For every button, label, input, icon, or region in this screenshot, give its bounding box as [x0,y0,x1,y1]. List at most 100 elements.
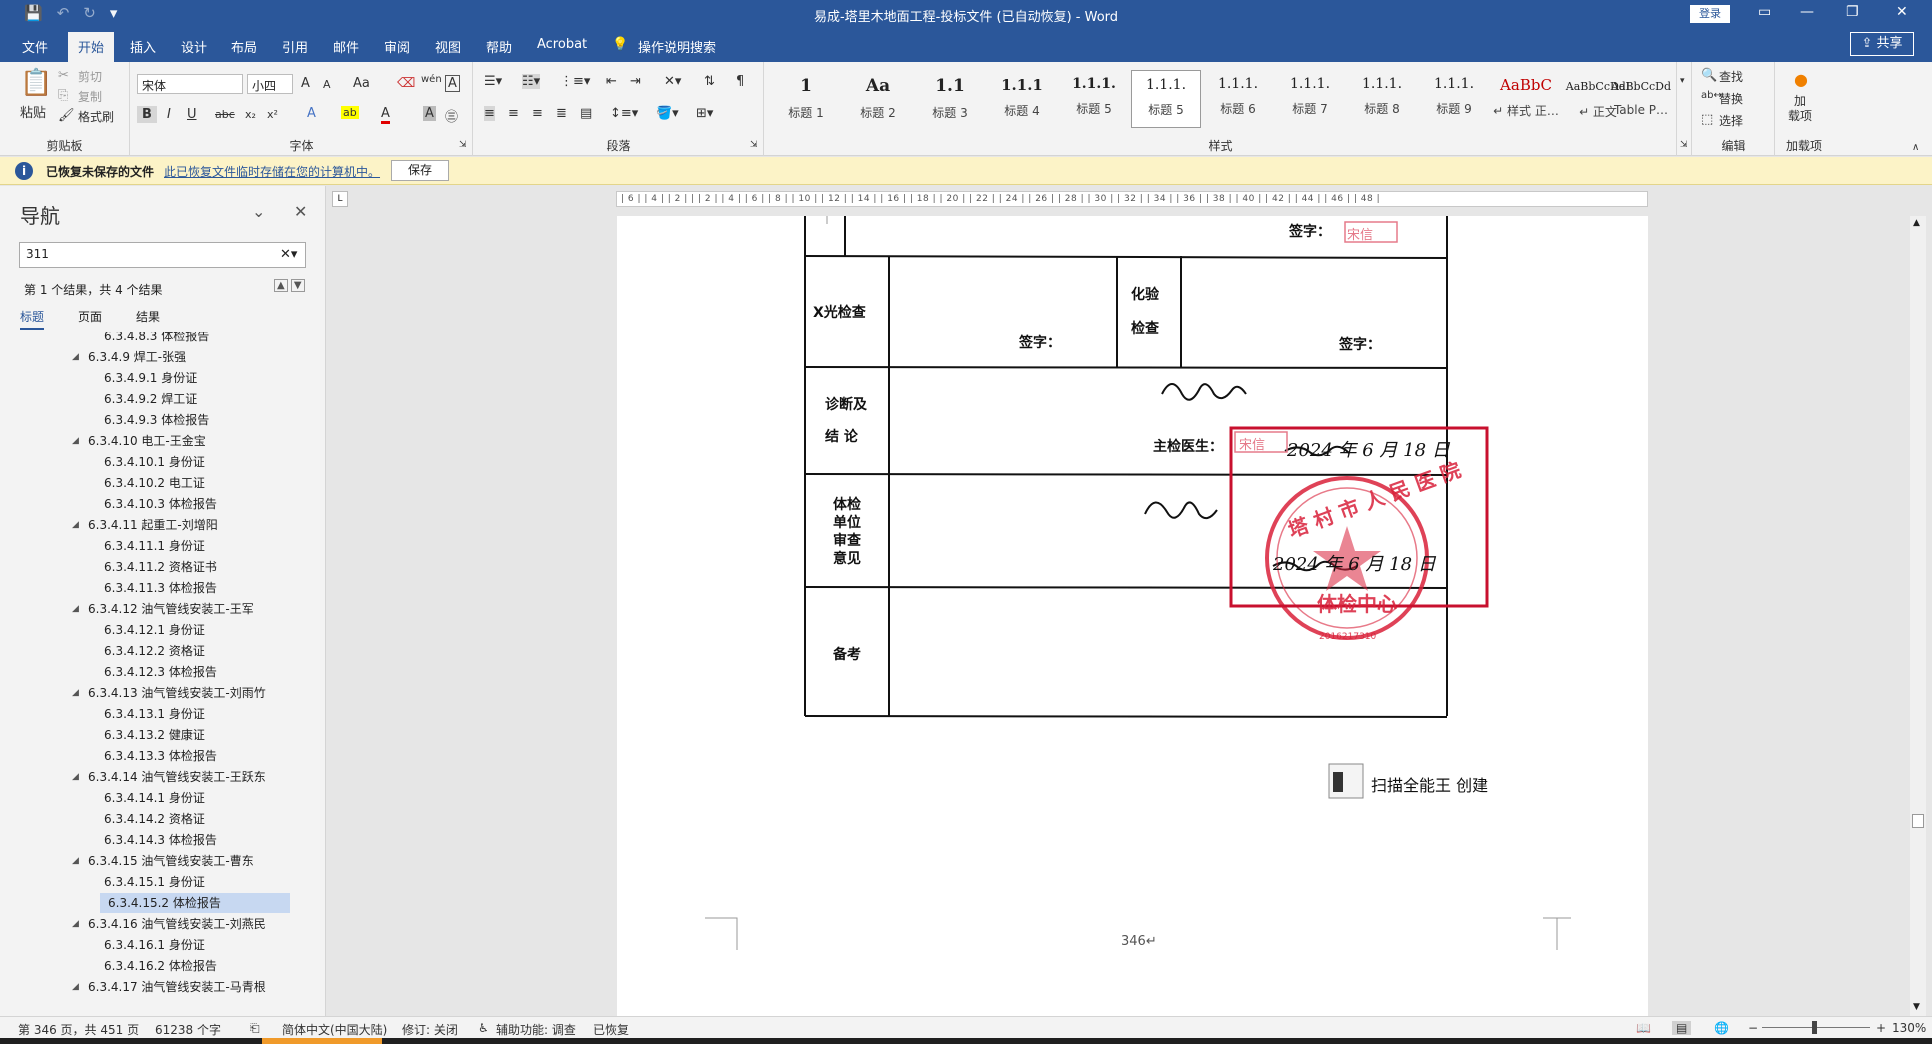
style-heading-6[interactable]: 1.1.1. 标题 6 [1203,70,1273,128]
page-count[interactable]: 第 346 页，共 451 页 [18,1021,139,1038]
align-left-icon[interactable]: ≡ [484,106,495,121]
nav-heading-item[interactable]: 6.3.4.16 油气管线安装工-刘燕民 [88,914,266,934]
style-heading-2[interactable]: Aa 标题 2 [843,70,913,128]
nav-heading-item-selected[interactable]: 6.3.4.15.2 体检报告 [100,893,290,913]
restore-icon[interactable]: ❐ [1846,4,1859,20]
style-heading-9[interactable]: 1.1.1. 标题 9 [1419,70,1489,128]
nav-tab-pages[interactable]: 页面 [78,308,102,330]
show-marks-icon[interactable]: ¶ [736,74,744,89]
grow-font-button[interactable]: A [301,76,310,91]
accessibility-icon[interactable]: ♿ [478,1021,489,1035]
close-icon[interactable]: ✕ [1896,4,1908,20]
nav-heading-item[interactable]: 6.3.4.9.2 焊工证 [104,389,197,409]
save-button[interactable]: 保存 [391,160,449,181]
vertical-scrollbar[interactable]: ▲ ▼ [1910,216,1926,1016]
nav-heading-item[interactable]: 6.3.4.15 油气管线安装工-曹东 [88,851,254,871]
nav-heading-item[interactable]: 6.3.4.13.1 身份证 [104,704,205,724]
minimize-icon[interactable]: — [1800,4,1814,20]
char-shading-button[interactable]: A [423,106,436,121]
document-page[interactable]: 签字： 宋信 X光检查 签字： 化验 检查 签字： 诊断及 结 论 主检医生： … [617,216,1648,1016]
tab-home[interactable]: 开始 [68,32,115,62]
zoom-level[interactable]: 130% [1892,1021,1926,1035]
decrease-indent-icon[interactable]: ⇤ [606,74,617,89]
borders-icon[interactable]: ⊞▾ [696,106,713,121]
font-dialog-launcher-icon[interactable]: ⇲ [459,140,467,150]
select-button[interactable]: 选择 [1719,112,1743,129]
recovered-message[interactable]: 此已恢复文件临时存储在您的计算机中。 [164,163,380,180]
read-mode-icon[interactable]: 📖 [1636,1021,1651,1035]
style-heading-7[interactable]: 1.1.1. 标题 7 [1275,70,1345,128]
word-count[interactable]: 61238 个字 [155,1021,221,1038]
phonetic-guide-icon[interactable]: wén [421,74,442,85]
nav-heading-item[interactable]: 6.3.4.14.1 身份证 [104,788,205,808]
addins-button[interactable]: 加 载项 [1788,94,1812,124]
collapse-triangle-icon[interactable]: ◢ [72,352,79,362]
cut-button[interactable]: 剪切 [78,68,102,85]
nav-tab-headings[interactable]: 标题 [20,308,45,330]
text-effects-button[interactable]: A [307,106,316,121]
tab-design[interactable]: 设计 [181,37,207,56]
nav-heading-item[interactable]: 6.3.4.13 油气管线安装工-刘雨竹 [88,683,266,703]
nav-search-input[interactable]: 311 [19,242,306,268]
tab-help[interactable]: 帮助 [486,37,512,56]
nav-heading-item[interactable]: 6.3.4.10.1 身份证 [104,452,205,472]
accessibility-status[interactable]: 辅助功能: 调查 [496,1021,576,1038]
tab-review[interactable]: 审阅 [384,37,410,56]
collapse-ribbon-icon[interactable]: ∧ [1912,142,1919,153]
nav-heading-item[interactable]: 6.3.4.16.1 身份证 [104,935,205,955]
nav-heading-item[interactable]: 6.3.4.13.3 体检报告 [104,746,217,766]
collapse-triangle-icon[interactable]: ◢ [72,919,79,929]
chinese-layout-icon[interactable]: ✕▾ [664,74,681,89]
copy-button[interactable]: 复制 [78,88,102,105]
tab-view[interactable]: 视图 [435,37,461,56]
nav-tab-results[interactable]: 结果 [136,308,160,330]
char-border-icon[interactable]: A [445,75,460,92]
clear-format-icon[interactable]: ⌫ [397,76,415,91]
increase-indent-icon[interactable]: ⇥ [630,74,641,89]
numbering-icon[interactable]: ☷▾ [522,74,541,89]
collapse-triangle-icon[interactable]: ◢ [72,772,79,782]
multilevel-list-icon[interactable]: ⋮≡▾ [560,74,590,89]
bullets-icon[interactable]: ☰▾ [484,74,502,89]
style-heading-8[interactable]: 1.1.1. 标题 8 [1347,70,1417,128]
nav-heading-item[interactable]: 6.3.4.12.1 身份证 [104,620,205,640]
track-changes[interactable]: 修订: 关闭 [402,1021,458,1038]
style-zheng[interactable]: AaBbC ↵ 样式 正… [1491,70,1561,128]
collapse-triangle-icon[interactable]: ◢ [72,856,79,866]
subscript-button[interactable]: x₂ [245,108,256,121]
replace-button[interactable]: 替换 [1719,90,1743,107]
nav-heading-item[interactable]: 6.3.4.14.3 体检报告 [104,830,217,850]
language[interactable]: 简体中文(中国大陆) [282,1021,387,1038]
strikethrough-button[interactable]: abc [215,108,235,121]
bold-button[interactable]: B [137,106,157,123]
style-heading-3[interactable]: 1.1 标题 3 [915,70,985,128]
nav-heading-item[interactable]: 6.3.4.11.3 体检报告 [104,578,217,598]
collapse-triangle-icon[interactable]: ◢ [72,604,79,614]
close-icon[interactable]: ✕ [294,202,307,221]
nav-heading-item[interactable]: 6.3.4.12.2 资格证 [104,641,205,661]
superscript-button[interactable]: x² [267,108,278,121]
collapse-triangle-icon[interactable]: ◢ [72,436,79,446]
format-painter-icon[interactable]: 🖌 [58,108,75,123]
find-button[interactable]: 查找 [1719,68,1743,85]
paragraph-dialog-launcher-icon[interactable]: ⇲ [750,140,758,150]
select-icon[interactable]: ⬚ [1701,112,1713,127]
underline-button[interactable]: U [187,107,197,122]
style-heading-1[interactable]: 1 标题 1 [771,70,841,128]
nav-heading-item[interactable]: 6.3.4.16.2 体检报告 [104,956,217,976]
highlight-button[interactable]: ab [341,106,359,119]
style-heading-4[interactable]: 1.1.1 标题 4 [987,70,1057,128]
nav-heading-item[interactable]: 6.3.4.9.1 身份证 [104,368,197,388]
change-case-button[interactable]: Aa [353,76,370,91]
web-layout-icon[interactable]: 🌐 [1714,1021,1729,1035]
ribbon-display-icon[interactable]: ▭ [1758,4,1771,20]
shrink-font-button[interactable]: A [323,78,331,91]
collapse-triangle-icon[interactable]: ◢ [72,982,79,992]
tab-selector[interactable]: L [332,191,348,207]
nav-heading-item[interactable]: 6.3.4.14 油气管线安装工-王跃东 [88,767,266,787]
distributed-icon[interactable]: ▤ [580,106,592,121]
paste-icon[interactable]: 📋 [20,68,52,98]
nav-heading-item[interactable]: 6.3.4.8.3 体检报告 [104,332,209,346]
scroll-thumb[interactable] [1912,814,1924,828]
addins-icon[interactable]: ● [1794,70,1808,89]
